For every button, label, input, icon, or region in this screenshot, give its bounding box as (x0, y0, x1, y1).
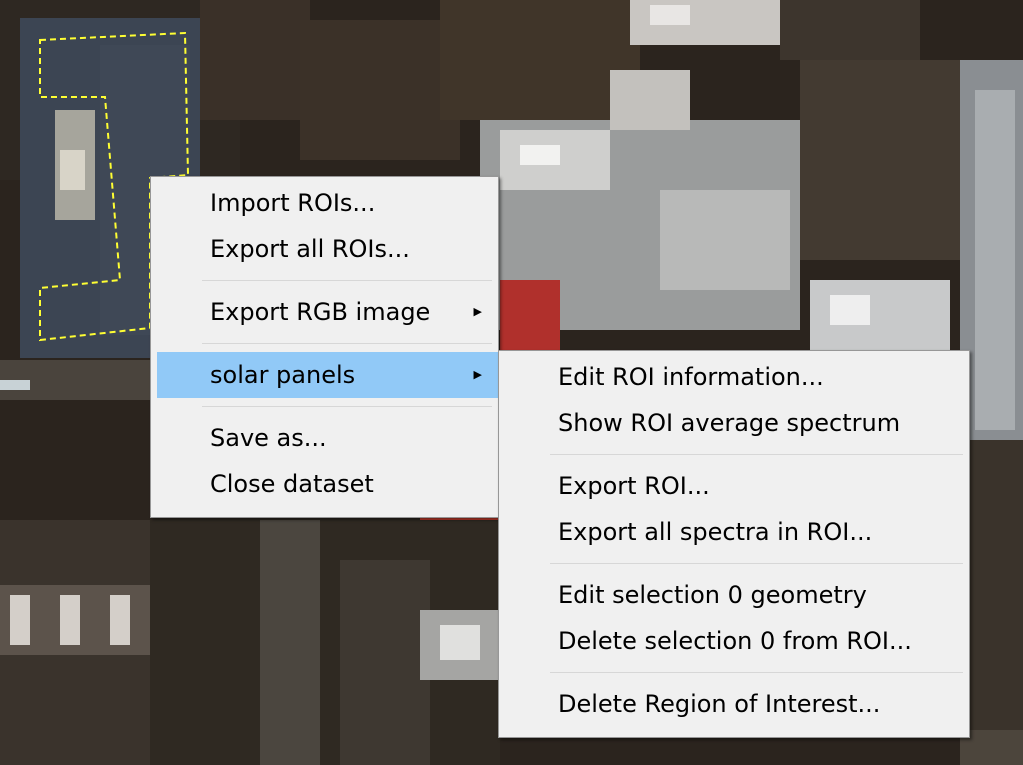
menu-item-label: Save as... (210, 424, 327, 452)
menu-item-import-rois[interactable]: Import ROIs... (151, 180, 498, 226)
menu-item-label: Edit ROI information... (558, 363, 824, 391)
triangle-right-icon: ▶ (473, 368, 482, 381)
menu-item-label: solar panels (210, 361, 356, 389)
menu-separator (550, 672, 963, 673)
menu-item-label: Edit selection 0 geometry (558, 581, 867, 609)
menu-item-label: Export ROI... (558, 472, 710, 500)
roi-submenu: Edit ROI information... Show ROI average… (498, 350, 970, 738)
menu-item-edit-roi-information[interactable]: Edit ROI information... (499, 354, 969, 400)
menu-item-label: Delete Region of Interest... (558, 690, 881, 718)
menu-item-close-dataset[interactable]: Close dataset (151, 461, 498, 507)
menu-item-label: Show ROI average spectrum (558, 409, 901, 437)
menu-separator (550, 563, 963, 564)
menu-item-show-roi-average-spectrum[interactable]: Show ROI average spectrum (499, 400, 969, 446)
menu-item-label: Import ROIs... (210, 189, 376, 217)
menu-item-label: Delete selection 0 from ROI... (558, 627, 912, 655)
menu-separator (550, 454, 963, 455)
menu-separator (202, 343, 492, 344)
menu-item-solar-panels[interactable]: solar panels ▶ (157, 352, 498, 398)
menu-item-label: Export RGB image (210, 298, 431, 326)
menu-item-label: Export all ROIs... (210, 235, 410, 263)
menu-item-export-roi[interactable]: Export ROI... (499, 463, 969, 509)
menu-item-label: Close dataset (210, 470, 374, 498)
menu-item-label: Export all spectra in ROI... (558, 518, 873, 546)
menu-item-export-rgb-image[interactable]: Export RGB image ▶ (151, 289, 498, 335)
menu-separator (202, 280, 492, 281)
menu-item-export-all-rois[interactable]: Export all ROIs... (151, 226, 498, 272)
menu-item-delete-selection-from-roi[interactable]: Delete selection 0 from ROI... (499, 618, 969, 664)
menu-item-delete-region-of-interest[interactable]: Delete Region of Interest... (499, 681, 969, 727)
menu-separator (202, 406, 492, 407)
triangle-right-icon: ▶ (473, 305, 482, 318)
menu-item-export-all-spectra-in-roi[interactable]: Export all spectra in ROI... (499, 509, 969, 555)
viewer-stage: Import ROIs... Export all ROIs... Export… (0, 0, 1023, 765)
menu-item-save-as[interactable]: Save as... (151, 415, 498, 461)
menu-item-edit-selection-geometry[interactable]: Edit selection 0 geometry (499, 572, 969, 618)
context-menu: Import ROIs... Export all ROIs... Export… (150, 176, 499, 518)
